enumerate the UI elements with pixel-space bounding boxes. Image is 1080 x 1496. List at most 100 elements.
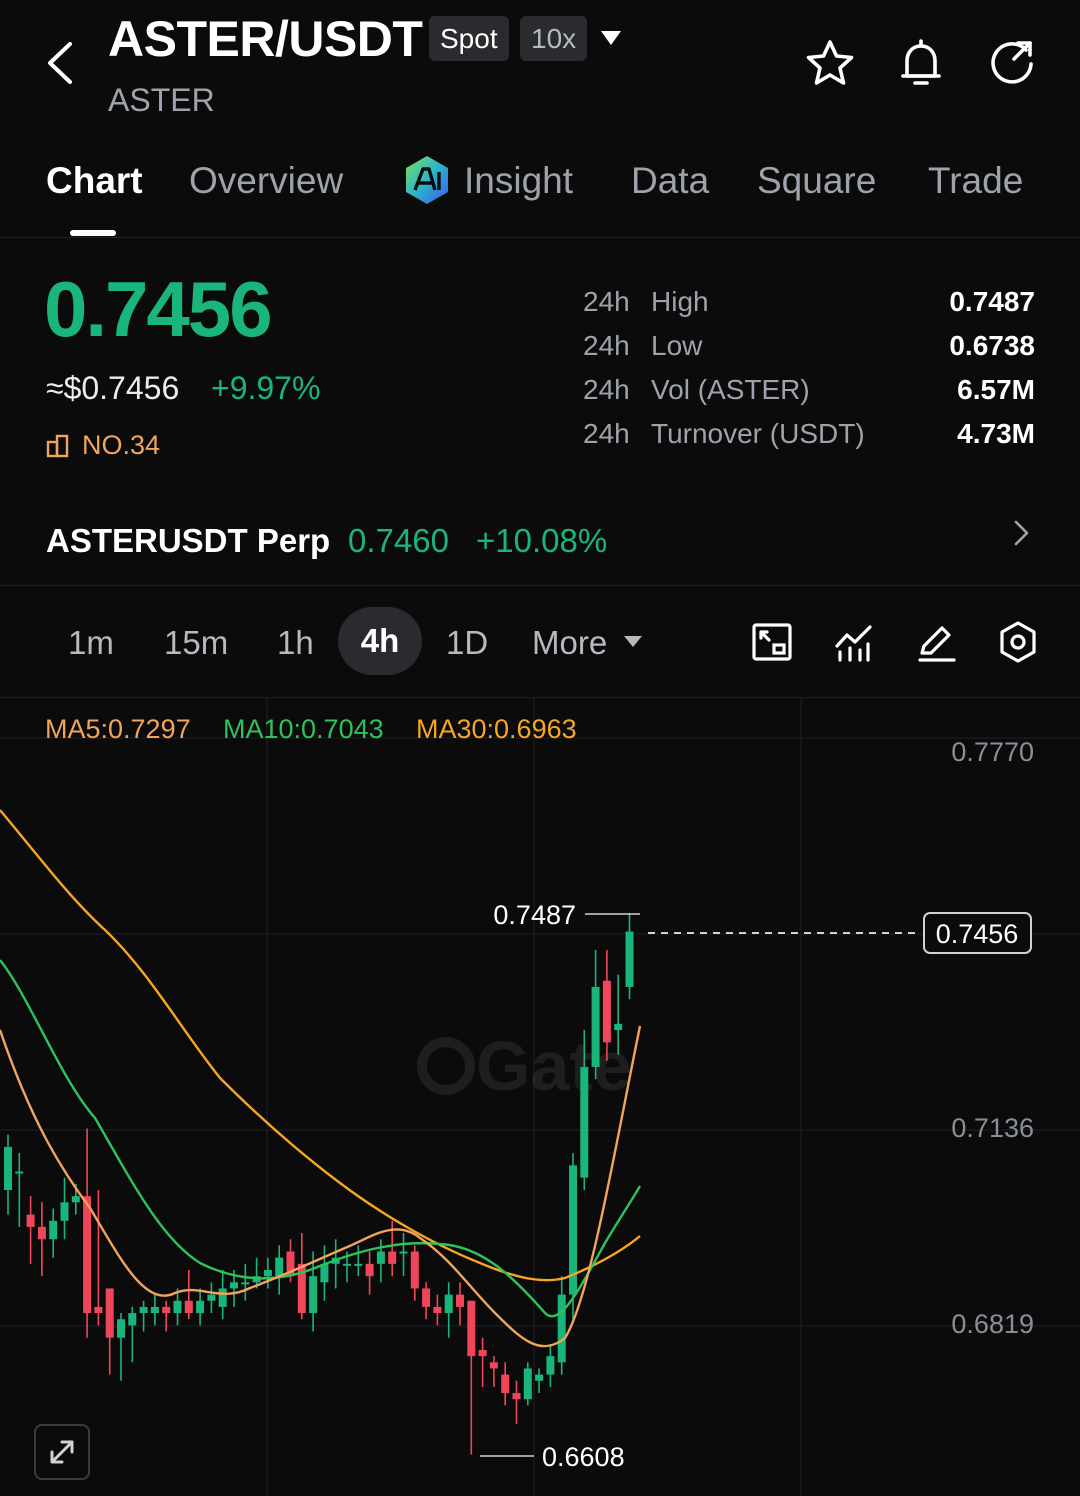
- candle-up: [230, 1282, 238, 1289]
- tab-data[interactable]: Data: [631, 160, 709, 202]
- candle-down: [94, 1306, 103, 1314]
- tab-chart[interactable]: Chart: [46, 160, 143, 202]
- candle-down: [478, 1350, 487, 1357]
- chevron-right-icon: [1014, 520, 1029, 546]
- candle-up: [399, 1251, 408, 1254]
- candle-down: [456, 1294, 464, 1307]
- candle-up: [71, 1196, 80, 1203]
- tab-square[interactable]: Square: [757, 160, 876, 202]
- candle-up: [535, 1374, 544, 1381]
- kline-chart-canvas[interactable]: Gate 0.7456 0.7487 0.6608 0.7770 0.7136 …: [0, 698, 1080, 1496]
- candle-up: [523, 1368, 532, 1400]
- candle-up: [139, 1306, 148, 1314]
- stat-label: Turnover (USDT): [651, 418, 865, 449]
- candle-down: [501, 1374, 510, 1394]
- chart-settings-icon[interactable]: [996, 620, 1040, 664]
- low-marker-label: 0.6608: [542, 1442, 625, 1472]
- gate-watermark: Gate: [417, 1027, 632, 1105]
- candle-up: [128, 1313, 137, 1326]
- candle-down: [83, 1196, 92, 1314]
- candle-down: [37, 1226, 46, 1240]
- y-tick-label: 0.6819: [951, 1309, 1034, 1339]
- candle-up: [263, 1270, 272, 1277]
- rank-bar-icon: [46, 434, 69, 457]
- tab-insight[interactable]: Insight: [464, 160, 573, 202]
- stat-label: High: [651, 286, 709, 317]
- last-price: 0.7456: [44, 265, 273, 353]
- candle-up: [580, 1066, 589, 1178]
- stat-label: Vol (ASTER): [651, 374, 810, 405]
- candle-down: [512, 1393, 521, 1400]
- candle-down: [26, 1214, 35, 1227]
- stat-row-volume: 24h Vol (ASTER) 6.57M: [583, 374, 1035, 418]
- chart-mode-icon[interactable]: [750, 620, 794, 664]
- interval-1h[interactable]: 1h: [277, 624, 314, 662]
- share-refresh-icon[interactable]: [986, 38, 1038, 90]
- stat-row-high: 24h High 0.7487: [583, 286, 1035, 330]
- favorite-star-icon[interactable]: [804, 38, 856, 90]
- candle-down: [467, 1300, 476, 1357]
- stat-label: Low: [651, 330, 703, 361]
- stat-period: 24h: [583, 330, 630, 361]
- interval-1m[interactable]: 1m: [68, 624, 114, 662]
- y-tick-label: 0.7136: [951, 1113, 1034, 1143]
- candle-up: [557, 1294, 566, 1363]
- candle-down: [184, 1300, 193, 1314]
- candle-down: [162, 1306, 171, 1314]
- top-bar: ASTER/USDT ASTER Spot 10x: [0, 0, 1080, 140]
- candle-down: [489, 1362, 498, 1369]
- perp-change: +10.08%: [476, 522, 608, 559]
- candle-down: [388, 1251, 397, 1264]
- candle-up: [591, 986, 600, 1067]
- candle-up: [173, 1300, 182, 1314]
- candle-up: [546, 1356, 555, 1375]
- candle-up: [15, 1171, 24, 1174]
- price-alert-bell-icon[interactable]: [895, 38, 947, 90]
- candle-up: [625, 931, 634, 987]
- interval-4h[interactable]: 4h: [338, 607, 422, 675]
- stat-row-turnover: 24h Turnover (USDT) 4.73M: [583, 418, 1035, 462]
- stat-period: 24h: [583, 418, 630, 449]
- tab-trade[interactable]: Trade: [928, 160, 1023, 202]
- section-tabs: Chart Overview Insight Data Square Trade: [0, 140, 1080, 238]
- perp-price: 0.7460: [348, 522, 449, 559]
- market-rank[interactable]: NO.34: [46, 430, 160, 461]
- ma5-value: MA5:0.7297: [45, 714, 191, 744]
- high-marker-label: 0.7487: [493, 900, 576, 930]
- indicators-icon[interactable]: [832, 620, 876, 664]
- pair-title[interactable]: ASTER/USDT: [108, 10, 423, 68]
- candle-up: [343, 1263, 351, 1266]
- active-tab-indicator: [70, 230, 116, 236]
- perp-market-row[interactable]: ASTERUSDT Perp 0.7460 +10.08%: [0, 494, 1080, 586]
- kline-chart[interactable]: Gate 0.7456 0.7487 0.6608 0.7770 0.7136 …: [0, 698, 1080, 1496]
- candle-up: [614, 1023, 623, 1030]
- drawing-pen-icon[interactable]: [914, 620, 958, 664]
- candle-down: [422, 1288, 431, 1307]
- chevron-down-icon: [624, 636, 642, 647]
- candle-down: [602, 980, 611, 1043]
- pair-dropdown-caret-icon[interactable]: [600, 30, 622, 46]
- ai-insight-icon: [406, 156, 448, 204]
- interval-1d[interactable]: 1D: [446, 624, 488, 662]
- candle-up: [354, 1263, 363, 1266]
- interval-more-dropdown[interactable]: More: [532, 624, 607, 662]
- candle-up: [309, 1276, 318, 1314]
- candle-down: [365, 1263, 374, 1277]
- tab-overview[interactable]: Overview: [189, 160, 343, 202]
- candle-down: [105, 1288, 114, 1338]
- market-type-badge: Spot: [429, 16, 509, 61]
- stat-value: 0.6738: [949, 330, 1035, 361]
- candle-up: [60, 1202, 69, 1221]
- ma10-line: [0, 959, 642, 1318]
- stat-period: 24h: [583, 286, 630, 317]
- back-arrow-icon[interactable]: [40, 38, 84, 88]
- candle-up: [218, 1288, 227, 1307]
- rank-label: NO.34: [82, 430, 161, 460]
- interval-15m[interactable]: 15m: [164, 624, 228, 662]
- fullscreen-button[interactable]: [34, 1424, 90, 1480]
- stat-value: 0.7487: [949, 286, 1035, 317]
- candle-up: [4, 1146, 12, 1190]
- expand-arrows-icon: [50, 1440, 74, 1464]
- stat-value: 4.73M: [957, 418, 1035, 449]
- candles-layer: [4, 913, 634, 1455]
